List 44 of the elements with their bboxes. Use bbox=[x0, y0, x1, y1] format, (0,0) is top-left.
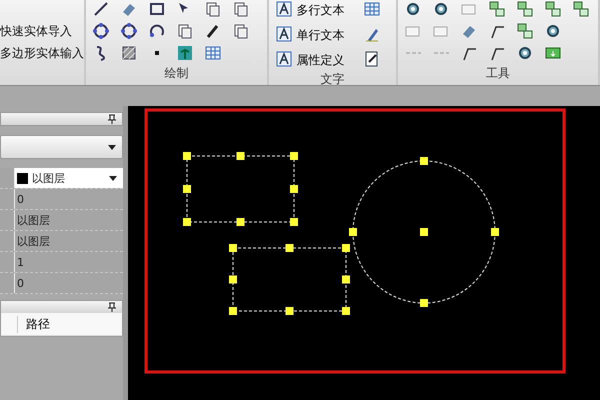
property-value[interactable]: 0 bbox=[15, 189, 123, 209]
ribbon-command[interactable]: 多边形实体输入 bbox=[0, 44, 84, 62]
text-style-icon[interactable] bbox=[274, 25, 293, 43]
line-icon[interactable] bbox=[92, 0, 110, 18]
caret-icon[interactable] bbox=[108, 144, 116, 150]
copy-icon[interactable] bbox=[232, 22, 250, 40]
ribbon-command[interactable]: 单行文本 bbox=[296, 27, 345, 44]
rectangle-shape[interactable] bbox=[183, 152, 298, 226]
caret-icon[interactable] bbox=[109, 176, 117, 180]
node-icon[interactable] bbox=[516, 0, 534, 18]
table-icon[interactable] bbox=[362, 0, 381, 18]
circle-shape[interactable] bbox=[349, 157, 499, 307]
property-value[interactable]: 以图层 bbox=[15, 231, 123, 251]
rectangle-icon[interactable] bbox=[148, 0, 166, 18]
pin-icon[interactable] bbox=[108, 114, 116, 124]
table-icon[interactable] bbox=[204, 44, 222, 62]
node-icon[interactable] bbox=[544, 0, 562, 18]
ribbon-command[interactable]: 属性定义 bbox=[296, 52, 345, 69]
color-swatch bbox=[17, 172, 28, 184]
pin-icon[interactable] bbox=[108, 302, 116, 312]
property-value[interactable]: 0 bbox=[15, 273, 123, 293]
ribbon-command[interactable]: 快速实体导入 bbox=[0, 22, 84, 40]
property-value[interactable]: 1 bbox=[15, 252, 123, 272]
text-style-icon[interactable] bbox=[274, 50, 293, 68]
property-text: 以图层 bbox=[32, 170, 66, 186]
node-icon[interactable] bbox=[572, 0, 590, 18]
copy-icon[interactable] bbox=[176, 22, 194, 40]
rectangle-shape[interactable] bbox=[229, 244, 350, 315]
ribbon-group-title: 工具 bbox=[485, 65, 512, 82]
image-icon[interactable] bbox=[176, 44, 194, 62]
ribbon-group-title: 文字 bbox=[319, 71, 346, 85]
circle-icon[interactable] bbox=[120, 22, 138, 40]
node-icon[interactable] bbox=[516, 22, 534, 40]
hatch-icon[interactable] bbox=[120, 44, 138, 62]
node-icon[interactable] bbox=[488, 0, 506, 18]
arc-icon[interactable] bbox=[148, 22, 166, 40]
property-value[interactable]: 以图层 bbox=[15, 210, 123, 230]
ribbon-command[interactable]: 多行文本 bbox=[296, 2, 345, 19]
copy-icon[interactable] bbox=[204, 0, 222, 18]
color-dropdown[interactable]: 以图层 bbox=[15, 168, 123, 188]
copy-icon[interactable] bbox=[232, 0, 250, 18]
ribbon-group-title: 绘制 bbox=[163, 65, 190, 82]
circle-icon[interactable] bbox=[92, 22, 110, 40]
text-style-icon[interactable] bbox=[274, 0, 293, 18]
